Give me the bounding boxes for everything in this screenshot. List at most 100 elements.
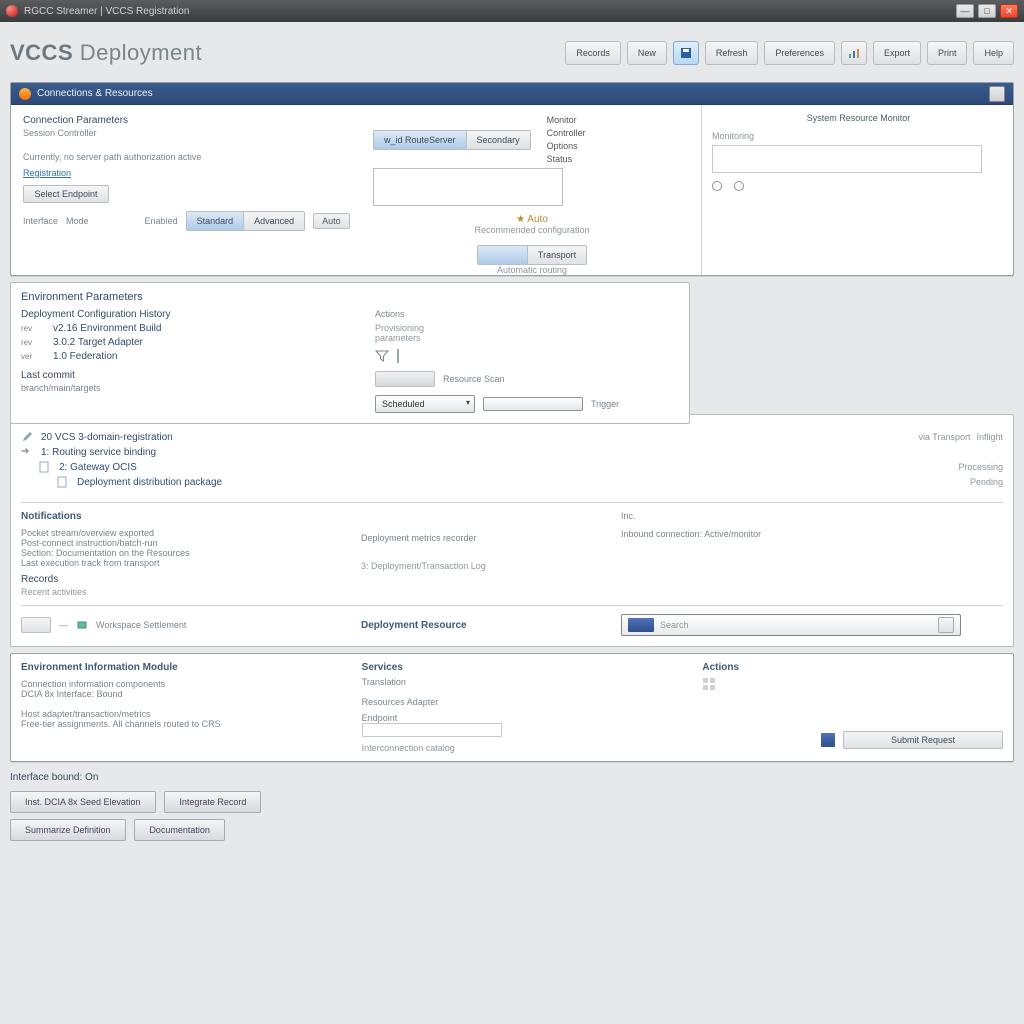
server-toggle-a[interactable]: w_id RouteServer [374,131,467,149]
toolbar-print-button[interactable]: Print [927,41,968,65]
server-icon [76,619,88,631]
monitor-radio-2[interactable] [734,181,744,191]
tree-row-2[interactable]: ➔ 1: Routing service binding [21,446,1003,458]
actions-title: Actions [702,662,1003,673]
services-l1: Translation [362,677,663,687]
notif-line-3: Section: Documentation on the Resources [21,548,331,558]
filter-chip[interactable] [21,617,51,633]
foot-btn-4[interactable]: Documentation [134,819,225,841]
schedule-dropdown[interactable]: Scheduled [375,395,475,413]
server-toggle[interactable]: w_id RouteServer Secondary [373,130,531,150]
app-icon [6,5,18,17]
mode-label: Mode [66,216,89,226]
brand: VCCS Deployment [10,40,202,66]
info-panel: Environment Information Module Connectio… [10,653,1014,762]
registration-link[interactable]: Registration [23,168,71,178]
notifications-title: Notifications [21,511,331,522]
conn-params-label: Connection Parameters [23,115,373,126]
toolbar: Records New Refresh Preferences Export P… [565,41,1014,65]
last-commit-label: Last commit [21,370,351,381]
environment-panel-title: Environment Parameters [21,291,679,303]
resource-monitor-sub: Monitoring [712,131,1005,141]
notif-line-4: Last execution track from transport [21,558,331,568]
resources-panel: Resources 20 VCS 3-domain-registration v… [10,414,1014,647]
close-button[interactable]: ✕ [1000,4,1018,18]
toolbar-help-button[interactable]: Help [973,41,1014,65]
transport-toggle[interactable]: Transport [477,245,587,265]
toolbar-chart-icon[interactable] [841,41,867,65]
pencil-icon [21,431,35,443]
server-toggle-b[interactable]: Secondary [467,131,530,149]
auto-star: ★ Auto [516,214,548,225]
services-title: Services [362,662,663,673]
filter-icon[interactable] [375,349,389,363]
toolbar-preferences-button[interactable]: Preferences [764,41,835,65]
env-info-l1: Connection information components [21,679,322,689]
tree-row-1[interactable]: 20 VCS 3-domain-registration via Transpo… [21,431,1003,443]
foot-btn-1[interactable]: Inst. DCIA 8x Seed Elevation [10,791,156,813]
trigger-label[interactable]: Trigger [591,399,619,409]
deploy-resource-label: Deployment Resource [361,620,591,631]
document-icon [39,461,53,473]
inbound-label: Inbound connection: Active/monitor [621,529,1003,539]
env-info-l2: DCIA 8x Interface: Bound [21,689,322,699]
maximize-button[interactable]: □ [978,4,996,18]
search-input[interactable]: Search [621,614,961,636]
workspace: VCCS Deployment Records New Refresh Pref… [0,22,1024,1024]
footer: Interface bound: On Inst. DCIA 8x Seed E… [10,772,1014,841]
toolbar-new-button[interactable]: New [627,41,667,65]
mode-toggle-standard[interactable]: Standard [187,212,245,230]
mode-toggle-advanced[interactable]: Advanced [244,212,304,230]
submit-button[interactable]: Submit Request [843,731,1003,749]
env-info-l3: Host adapter/transaction/metrics [21,709,322,719]
transport-toggle-a[interactable] [478,246,528,264]
side-labels: Monitor Controller Options Status [547,115,586,164]
parameters-label: parameters [375,333,679,343]
history-row-2: 3.0.2 Target Adapter [53,337,143,348]
tree-row-4[interactable]: Deployment distribution package Pending [21,476,1003,488]
inc-label: Inc. [621,511,1003,521]
branch-label: branch/main/targets [21,383,351,393]
panel-collapse-icon[interactable] [989,86,1005,102]
search-go-icon[interactable] [938,617,954,633]
mode-toggle[interactable]: Standard Advanced [186,211,306,231]
foot-btn-2[interactable]: Integrate Record [164,791,261,813]
toolbar-export-button[interactable]: Export [873,41,921,65]
panel-title: Connections & Resources [37,88,153,99]
search-placeholder: Search [660,620,689,630]
enabled-label: Enabled [145,216,178,226]
monitor-radio-1[interactable] [712,181,722,191]
toolbar-refresh-button[interactable]: Refresh [705,41,759,65]
scan-chip [375,371,435,387]
select-endpoint-button[interactable]: Select Endpoint [23,185,109,203]
transport-toggle-b[interactable]: Transport [528,246,586,264]
resource-monitor: System Resource Monitor Monitoring [701,105,1013,275]
toolbar-records-button[interactable]: Records [565,41,621,65]
grid-icon[interactable] [702,677,1003,691]
records-label: Records [21,574,331,585]
resource-monitor-box [712,145,982,173]
endpoint-input[interactable] [362,723,502,737]
connections-panel-header: Connections & Resources [11,83,1013,105]
conn-note: Currently, no server path authorization … [23,152,373,162]
tree-row-3[interactable]: 2: Gateway OCIS Processing [21,461,1003,473]
metrics-label: Deployment metrics recorder [361,533,591,543]
foot-btn-3[interactable]: Summarize Definition [10,819,126,841]
footer-status: Interface bound: On [10,772,1014,783]
notif-line-1: Pocket stream/overview exported [21,528,331,538]
divider [397,349,403,363]
transport-sub: Automatic routing [373,265,691,275]
catalog-note: Interconnection catalog [362,743,663,753]
scan-label: Resource Scan [443,374,505,384]
minimize-button[interactable]: — [956,4,974,18]
auto-pill[interactable]: Auto [313,213,350,229]
toolbar-save-icon[interactable] [673,41,699,65]
window-controls: — □ ✕ [956,4,1018,18]
interface-label: Interface [23,216,58,226]
connections-panel: Connections & Resources Connection Param… [10,82,1014,276]
window-title: RGCC Streamer | VCCS Registration [24,6,189,17]
actions-label: Actions [375,309,679,319]
history-row-1: v2.16 Environment Build [53,323,161,334]
server-input[interactable] [373,168,563,206]
env-info-title: Environment Information Module [21,662,322,673]
